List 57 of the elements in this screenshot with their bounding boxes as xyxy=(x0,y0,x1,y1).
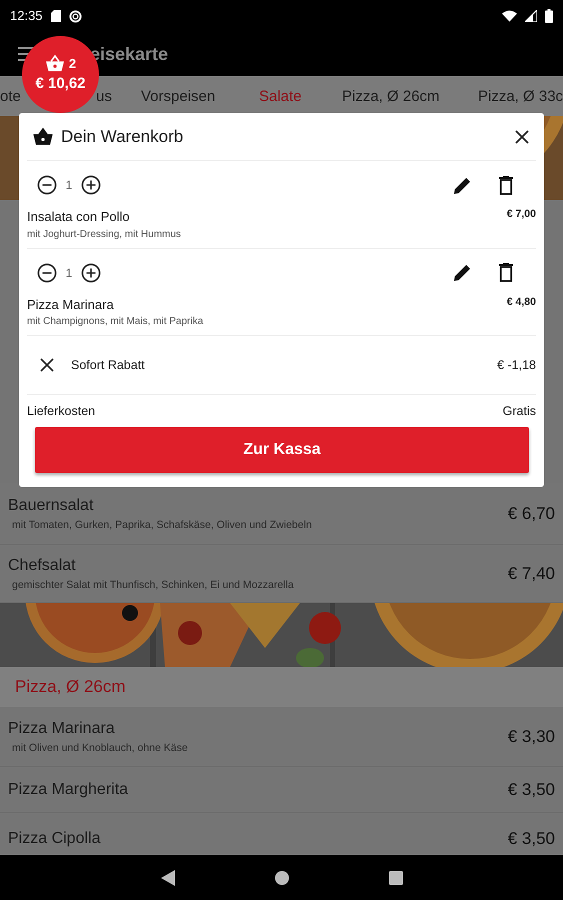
menu-item-price: € 3,50 xyxy=(508,828,555,850)
category-tab[interactable]: ote xyxy=(0,86,21,108)
battery-icon xyxy=(545,9,553,23)
decrease-button[interactable] xyxy=(37,262,57,282)
sd-card-icon xyxy=(50,10,61,22)
edit-button[interactable] xyxy=(453,263,472,282)
signal-icon xyxy=(525,10,537,22)
close-button[interactable] xyxy=(514,128,530,144)
cart-item-price: € 4,80 xyxy=(506,294,536,310)
menu-item-price: € 7,40 xyxy=(508,562,555,585)
section-title: Pizza, Ø 26cm xyxy=(15,676,126,698)
cart-item-options: mit Joghurt-Dressing, mit Hummus xyxy=(27,226,507,242)
menu-item-description: mit Oliven und Knoblauch, ohne Käse xyxy=(11,740,189,756)
menu-item-name: Bauernsalat xyxy=(8,496,94,516)
cart-item-name: Pizza Marinara xyxy=(27,296,115,314)
status-time: 12:35 xyxy=(10,7,43,26)
menu-item-price: € 6,70 xyxy=(508,502,555,525)
menu-item-name: Chefsalat xyxy=(8,556,77,576)
checkout-button[interactable]: Zur Kassa xyxy=(35,427,529,473)
menu-item-name: Pizza Cipolla xyxy=(8,828,102,848)
close-icon[interactable] xyxy=(40,358,54,372)
discount-amount: € -1,18 xyxy=(497,356,536,374)
quantity-value: 1 xyxy=(64,177,74,194)
delete-button[interactable] xyxy=(499,263,513,282)
discount-label: Sofort Rabatt xyxy=(71,356,146,374)
delivery-label: Lieferkosten xyxy=(27,402,96,420)
cart-total: € 10,62 xyxy=(35,74,86,94)
cart-item-price: € 7,00 xyxy=(506,207,536,222)
delivery-value: Gratis xyxy=(502,402,536,420)
edit-button[interactable] xyxy=(453,176,472,194)
category-tab[interactable]: Pizza, Ø 26cm xyxy=(342,86,440,108)
dialog-title: Dein Warenkorb xyxy=(61,126,184,148)
menu-item-price: € 3,30 xyxy=(508,726,555,748)
menu-item-name: Pizza Marinara xyxy=(8,718,116,739)
home-icon[interactable] xyxy=(274,870,288,884)
basket-icon xyxy=(44,54,65,72)
delete-button[interactable] xyxy=(499,176,513,194)
quantity-value: 1 xyxy=(64,264,74,282)
menu-item-name: Pizza Margherita xyxy=(8,780,130,800)
decrease-button[interactable] xyxy=(37,175,57,195)
recents-icon[interactable] xyxy=(388,870,402,884)
menu-item-price: € 3,50 xyxy=(508,778,555,801)
sync-icon xyxy=(68,10,82,22)
basket-icon xyxy=(33,126,53,146)
category-tab[interactable]: us xyxy=(96,86,112,108)
cart-item-options: mit Champignons, mit Mais, mit Paprika xyxy=(27,314,507,329)
category-tab[interactable]: Salate xyxy=(259,86,302,108)
back-icon[interactable] xyxy=(160,870,174,886)
increase-button[interactable] xyxy=(81,175,101,195)
cart-item-name: Insalata con Pollo xyxy=(27,208,131,226)
menu-item-description: mit Tomaten, Gurken, Paprika, Schafskäse, Oliven und Zwiebeln xyxy=(11,518,313,533)
increase-button[interactable] xyxy=(81,262,101,282)
category-tab[interactable]: Vorspeisen xyxy=(141,86,216,108)
cart-count: 2 xyxy=(68,54,76,72)
category-tab[interactable]: Pizza, Ø 33c xyxy=(478,86,563,108)
wifi-icon xyxy=(502,10,517,22)
menu-item-description: gemischter Salat mit Thunfisch, Schinken, Ei und Mozzarella xyxy=(11,578,295,593)
